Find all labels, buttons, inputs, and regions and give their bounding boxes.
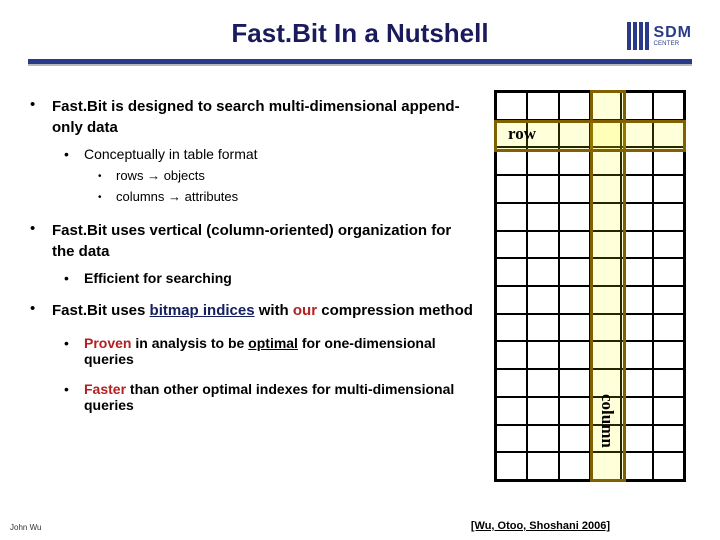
row-label: row bbox=[508, 124, 536, 144]
bullet-3: • Fast.Bit uses bitmap indices with our … bbox=[30, 300, 475, 321]
bullet-1-text: Fast.Bit is designed to search multi-dim… bbox=[52, 96, 475, 138]
bullet-1-1: • Conceptually in table format bbox=[64, 146, 475, 162]
bullet-dot: • bbox=[30, 220, 52, 262]
table-diagram: row column bbox=[494, 90, 686, 490]
bullet-2: • Fast.Bit uses vertical (column-oriente… bbox=[30, 220, 475, 262]
brand-logo: SDM CENTER bbox=[627, 22, 692, 50]
bullet-dot: • bbox=[64, 146, 84, 162]
bullet-1-1-2-text: columns → attributes bbox=[116, 189, 238, 204]
bullet-2-1: • Efficient for searching bbox=[64, 270, 475, 286]
bullet-1-1-2: • columns → attributes bbox=[98, 189, 475, 204]
bullet-3-1: • Proven in analysis to be optimal for o… bbox=[64, 335, 475, 367]
bullet-3-text: Fast.Bit uses bitmap indices with our co… bbox=[52, 300, 473, 321]
citation: [Wu, Otoo, Shoshani 2006] bbox=[471, 520, 610, 532]
bullet-1-1-text: Conceptually in table format bbox=[84, 146, 258, 162]
logo-sub: CENTER bbox=[653, 41, 692, 47]
logo-stripes bbox=[627, 22, 649, 50]
bullet-dot: • bbox=[64, 335, 84, 367]
bullet-dot: • bbox=[30, 300, 52, 321]
slide-title: Fast.Bit In a Nutshell bbox=[0, 0, 720, 59]
bullet-dot: • bbox=[98, 168, 116, 183]
bullet-dot: • bbox=[30, 96, 52, 138]
bullet-list: • Fast.Bit is designed to search multi-d… bbox=[30, 96, 475, 413]
column-label: column bbox=[597, 394, 617, 448]
arrow-icon: → bbox=[147, 168, 160, 183]
bullet-3-1-text: Proven in analysis to be optimal for one… bbox=[84, 335, 475, 367]
bullet-3-2: • Faster than other optimal indexes for … bbox=[64, 381, 475, 413]
bullet-2-1-text: Efficient for searching bbox=[84, 270, 232, 286]
bullet-dot: • bbox=[98, 189, 116, 204]
bullet-2-text: Fast.Bit uses vertical (column-oriented)… bbox=[52, 220, 475, 262]
bullet-dot: • bbox=[64, 381, 84, 413]
bullet-1-1-1-text: rows → objects bbox=[116, 168, 205, 183]
logo-main: SDM bbox=[653, 25, 692, 41]
bullet-1: • Fast.Bit is designed to search multi-d… bbox=[30, 96, 475, 138]
bullet-dot: • bbox=[64, 270, 84, 286]
author: John Wu bbox=[10, 523, 41, 532]
bullet-3-2-text: Faster than other optimal indexes for mu… bbox=[84, 381, 475, 413]
bullet-1-1-1: • rows → objects bbox=[98, 168, 475, 183]
arrow-icon: → bbox=[168, 189, 181, 204]
diagram-grid: row column bbox=[494, 90, 686, 482]
